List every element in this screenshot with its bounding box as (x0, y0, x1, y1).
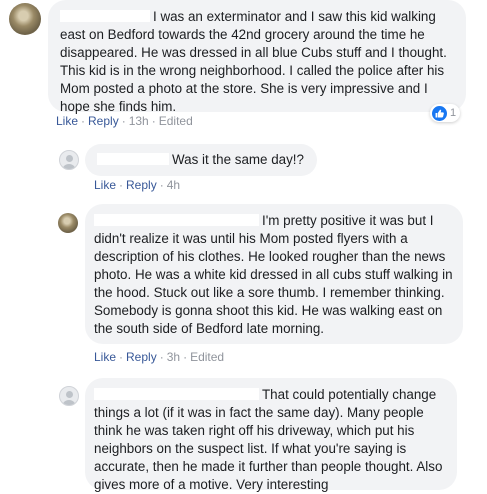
like-link[interactable]: Like (56, 114, 78, 128)
reply-link[interactable]: Reply (126, 178, 157, 192)
comment-actions: Like · Reply · 3h · Edited (94, 350, 225, 364)
comment-bubble: Was it the same day!? (85, 144, 317, 176)
comment-text: Was it the same day!? (172, 152, 304, 167)
like-link[interactable]: Like (94, 350, 116, 364)
avatar[interactable] (58, 213, 78, 233)
edited-label[interactable]: Edited (159, 114, 193, 128)
timestamp[interactable]: 3h (167, 350, 180, 364)
author-name-redacted[interactable] (94, 214, 259, 226)
reaction-number: 1 (450, 107, 457, 119)
avatar[interactable] (59, 386, 79, 406)
comment-bubble: I'm pretty positive it was but I didn't … (85, 204, 463, 344)
reply-link[interactable]: Reply (126, 350, 157, 364)
comment-text: I'm pretty positive it was but I didn't … (94, 213, 453, 336)
timestamp[interactable]: 13h (129, 114, 149, 128)
author-name-redacted[interactable] (94, 388, 259, 400)
comment-bubble: I was an exterminator and I saw this kid… (48, 0, 466, 114)
author-name-redacted[interactable] (97, 153, 169, 165)
reaction-count[interactable]: 1 (430, 104, 461, 122)
avatar[interactable] (9, 3, 41, 35)
like-link[interactable]: Like (94, 178, 116, 192)
comment-actions: Like · Reply · 4h (94, 178, 181, 192)
comment-text: That could potentially change things a l… (94, 387, 443, 492)
reply-link[interactable]: Reply (88, 114, 119, 128)
edited-label[interactable]: Edited (190, 350, 224, 364)
thumbs-up-icon (432, 105, 447, 121)
comment-bubble: That could potentially change things a l… (85, 378, 457, 492)
timestamp[interactable]: 4h (167, 178, 180, 192)
avatar[interactable] (59, 150, 79, 170)
comment-actions: Like · Reply · 13h · Edited (56, 114, 193, 128)
author-name-redacted[interactable] (60, 10, 150, 22)
comment-text: I was an exterminator and I saw this kid… (60, 9, 447, 114)
